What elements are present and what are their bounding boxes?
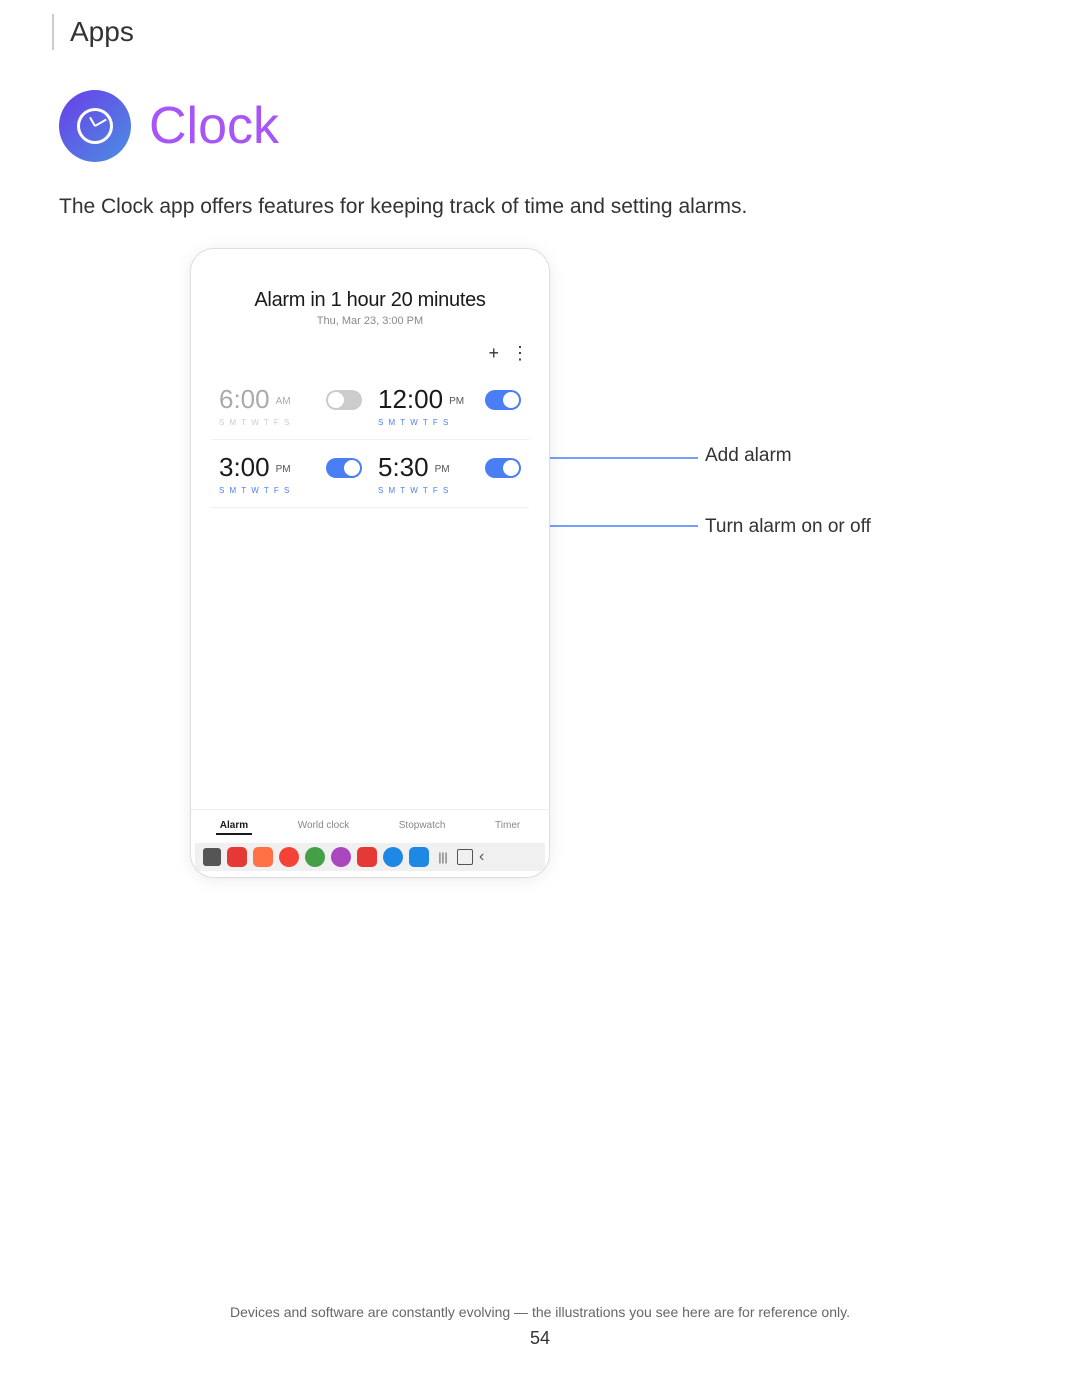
alarm-toggle-1[interactable]: [326, 390, 362, 410]
tab-alarm[interactable]: Alarm: [216, 818, 252, 835]
phone-screen: Alarm in 1 hour 20 minutes Thu, Mar 23, …: [190, 248, 550, 878]
alarm-time-row-3: 3:00 PM: [219, 452, 362, 483]
alarm-time-4: 5:30: [378, 452, 429, 483]
bottom-nav: Alarm World clock Stopwatch Timer: [191, 809, 549, 877]
nav-home-icon: [457, 849, 473, 865]
app-icon-chrome: [305, 847, 325, 867]
alarm-item-1: 6:00 AM S M T W T F S: [211, 372, 370, 440]
nav-tabs: Alarm World clock Stopwatch Timer: [195, 818, 545, 835]
tab-stopwatch[interactable]: Stopwatch: [395, 818, 450, 835]
app-icon-1: [227, 847, 247, 867]
tab-world-clock[interactable]: World clock: [294, 818, 354, 835]
alarm-banner-subtitle: Thu, Mar 23, 3:00 PM: [211, 315, 529, 327]
alarm-time-row-4: 5:30 PM: [378, 452, 521, 483]
alarm-time-2: 12:00: [378, 384, 443, 415]
clock-hand-minute-icon: [95, 119, 107, 127]
alarm-banner-title: Alarm in 1 hour 20 minutes: [211, 289, 529, 312]
page-footer: Devices and software are constantly evol…: [0, 1304, 1080, 1349]
nav-back-icon: ‹: [479, 848, 484, 866]
page-number: 54: [0, 1328, 1080, 1349]
nav-recent-icon: |||: [435, 849, 451, 865]
toggle-knob-1: [328, 392, 344, 408]
alarm-time-1: 6:00: [219, 384, 270, 415]
callout-turn-alarm-label: Turn alarm on or off: [705, 516, 871, 537]
alarm-item-2: 12:00 PM S M T W T F S: [370, 372, 529, 440]
toolbar-row: + ⋮: [211, 335, 529, 368]
toggle-knob-3: [344, 460, 360, 476]
app-icon-8: [409, 847, 429, 867]
spacer: [211, 508, 529, 568]
page-description: The Clock app offers features for keepin…: [59, 195, 747, 219]
breadcrumb-divider: [52, 14, 54, 50]
clock-app-icon: [59, 90, 131, 162]
alarm-days-1: S M T W T F S: [219, 418, 362, 427]
alarm-banner: Alarm in 1 hour 20 minutes Thu, Mar 23, …: [211, 273, 529, 335]
alarm-days-4: S M T W T F S: [378, 486, 521, 495]
add-alarm-button[interactable]: +: [488, 343, 499, 364]
alarm-time-3: 3:00: [219, 452, 270, 483]
alarm-item-3: 3:00 PM S M T W T F S: [211, 440, 370, 508]
alarm-item-4: 5:30 PM S M T W T F S: [370, 440, 529, 508]
app-icons-row: ||| ‹: [195, 843, 545, 871]
app-icon-2: [253, 847, 273, 867]
toggle-knob-2: [503, 392, 519, 408]
alarm-grid: 6:00 AM S M T W T F S: [211, 372, 529, 508]
callout-turn-alarm: Turn alarm on or off: [705, 516, 871, 538]
alarm-ampm-2: PM: [449, 396, 464, 407]
callout-add-alarm: Add alarm: [705, 445, 792, 467]
menu-button[interactable]: ⋮: [511, 343, 529, 364]
alarm-ampm-4: PM: [435, 464, 450, 475]
phone-mockup: Alarm in 1 hour 20 minutes Thu, Mar 23, …: [190, 248, 550, 878]
alarm-toggle-2[interactable]: [485, 390, 521, 410]
alarm-time-row-2: 12:00 PM: [378, 384, 521, 415]
alarm-days-2: S M T W T F S: [378, 418, 521, 427]
alarm-days-3: S M T W T F S: [219, 486, 362, 495]
screen-inner: Alarm in 1 hour 20 minutes Thu, Mar 23, …: [191, 249, 549, 809]
alarm-ampm-3: PM: [276, 464, 291, 475]
alarm-toggle-3[interactable]: [326, 458, 362, 478]
app-icon-6: [357, 847, 377, 867]
alarm-time-row-1: 6:00 AM: [219, 384, 362, 415]
page-title-section: Clock: [59, 90, 279, 162]
breadcrumb: Apps: [52, 14, 134, 50]
alarm-toggle-4[interactable]: [485, 458, 521, 478]
app-icon-7: [383, 847, 403, 867]
app-icon-3: [279, 847, 299, 867]
footer-note: Devices and software are constantly evol…: [0, 1304, 1080, 1320]
app-icon-5: [331, 847, 351, 867]
breadcrumb-label: Apps: [70, 16, 134, 48]
toggle-knob-4: [503, 460, 519, 476]
tab-timer[interactable]: Timer: [491, 818, 524, 835]
alarm-ampm-1: AM: [276, 396, 291, 407]
page-title: Clock: [149, 96, 279, 156]
app-grid-icon: [203, 848, 221, 866]
callout-add-alarm-label: Add alarm: [705, 445, 792, 467]
clock-icon-face: [77, 108, 113, 144]
